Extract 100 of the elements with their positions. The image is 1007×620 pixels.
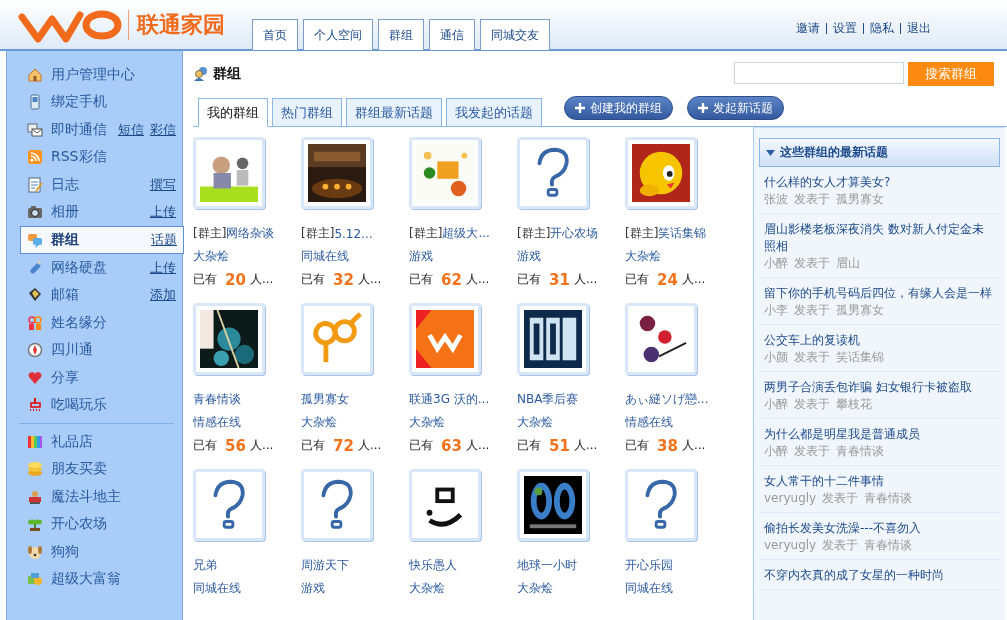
sidebar-item[interactable]: 朋友买卖 [51,460,107,479]
header-link[interactable]: 退出 [907,20,931,37]
sidebar-item[interactable]: 相册 [51,203,79,222]
thumbnail-frame[interactable] [193,469,265,541]
header-link[interactable]: 邀请 [796,20,820,37]
topic-link[interactable]: 两男子合演丢包诈骗 妇女银行卡被盗取 [764,379,995,396]
sidebar-item[interactable]: 邮箱 [51,286,79,305]
sidebar-link[interactable]: 添加 [150,286,176,305]
topic-link[interactable]: 女人常干的十二件事情 [764,473,995,490]
category-link[interactable]: 大杂烩 [193,248,229,265]
group-name-link[interactable]: 兄弟 [193,557,217,574]
thumbnail-frame[interactable] [517,469,589,541]
sidebar-item[interactable]: RSS彩信 [51,148,107,167]
thumbnail-frame[interactable] [301,469,373,541]
sidebar-item[interactable]: 用户管理中心 [51,65,135,84]
thumbnail-frame[interactable] [193,303,265,375]
group-name-link[interactable]: 5.12... [334,226,373,241]
category-link[interactable]: 游戏 [409,248,433,265]
group-name-link[interactable]: 联通3G 沃的... [409,391,490,408]
group-name-link[interactable]: 开心乐园 [625,557,673,574]
group-name-link[interactable]: 超级大... [442,225,490,242]
panel-header[interactable]: 这些群组的最新话题 [759,138,1000,167]
thumbnail-frame[interactable] [517,303,589,375]
group-name-link[interactable]: 地球一小时 [517,557,577,574]
category-link[interactable]: 大杂烩 [409,414,445,431]
category-link[interactable]: 大杂烩 [301,414,337,431]
header-link[interactable]: 隐私 [870,20,894,37]
sidebar-item[interactable]: 礼品店 [51,432,93,451]
nav-tab[interactable]: 群组 [378,19,424,50]
sidebar-link[interactable]: 上传 [150,203,176,222]
topic-link[interactable]: 为什么都是明星我是普通成员 [764,426,995,443]
nav-tab[interactable]: 同城交友 [480,19,550,50]
action-button[interactable]: 发起新话题 [687,96,784,120]
sidebar-item[interactable]: 绑定手机 [51,93,107,112]
category-link[interactable]: 大杂烩 [409,580,445,597]
category-link[interactable]: 同城在线 [625,580,673,597]
thumbnail-frame[interactable] [301,303,373,375]
sidebar-link[interactable]: 话题 [151,231,177,249]
sidebar-link[interactable]: 撰写 [150,175,176,194]
posted-in-label: 发表于 [794,302,830,319]
nav-tab[interactable]: 个人空间 [303,19,373,50]
action-button[interactable]: 创建我的群组 [564,96,673,120]
tab[interactable]: 我的群组 [198,98,268,127]
category-link[interactable]: 游戏 [301,580,325,597]
group-name-link[interactable]: 快乐愚人 [409,557,457,574]
thumbnail-frame[interactable] [625,303,697,375]
sidebar-item[interactable]: 魔法斗地主 [51,487,121,506]
group-name-link[interactable]: あぃ縌ソげ戀... [625,391,709,408]
tab[interactable]: 群组最新话题 [346,98,442,127]
sidebar-item[interactable]: 姓名缘分 [51,313,107,332]
sidebar-link[interactable]: 上传 [150,258,176,277]
category-link[interactable]: 同城在线 [301,248,349,265]
nav-tab[interactable]: 通信 [429,19,475,50]
group-name-link[interactable]: 开心农场 [550,225,599,242]
thumbnail-frame[interactable] [625,137,697,209]
topic-link[interactable]: 什么样的女人才算美女? [764,174,995,191]
sidebar-item[interactable]: 群组 [51,231,79,249]
tab[interactable]: 我发起的话题 [446,98,542,127]
sidebar-link[interactable]: 短信 [118,120,144,139]
thumbnail-frame[interactable] [193,137,265,209]
nav-tab[interactable]: 首页 [252,19,298,50]
thumbnail-frame[interactable] [409,469,481,541]
group-name-link[interactable]: NBA季后赛 [517,391,579,408]
thumbnail-frame[interactable] [409,303,481,375]
header-link[interactable]: 设置 [833,20,857,37]
group-name-link[interactable]: 网络杂谈 [226,225,275,242]
category-link[interactable]: 情感在线 [193,414,241,431]
sidebar-item[interactable]: 四川通 [51,341,93,360]
group-name-link[interactable]: 笑话集锦 [658,225,707,242]
topic-link[interactable]: 留下你的手机号码后四位，有缘人会是一样 [764,285,995,302]
thumbnail-frame[interactable] [301,137,373,209]
tab[interactable]: 热门群组 [272,98,342,127]
category-link[interactable]: 大杂烩 [517,580,553,597]
search-field[interactable] [734,62,904,84]
category-link[interactable]: 情感在线 [625,414,673,431]
sidebar-item[interactable]: 超级大富翁 [51,570,121,589]
category-link[interactable]: 同城在线 [193,580,241,597]
sidebar-item-highlight[interactable]: 群组 话题 [20,226,184,254]
topic-link[interactable]: 公交车上的复读机 [764,332,995,349]
sidebar-item[interactable]: 开心农场 [51,515,107,534]
sidebar-link[interactable]: 彩信 [150,120,176,139]
group-name-link[interactable]: 青春情谈 [193,391,241,408]
group-name-link[interactable]: 周游天下 [301,557,349,574]
group-name-link[interactable]: 孤男寡女 [301,391,349,408]
topic-link[interactable]: 不穿内衣真的成了女星的一种时尚 [764,567,995,584]
thumbnail-frame[interactable] [517,137,589,209]
thumbnail-frame[interactable] [409,137,481,209]
sidebar-item[interactable]: 日志 [51,175,79,194]
sidebar-item[interactable]: 狗狗 [51,542,79,561]
sidebar-item[interactable]: 即时通信 [51,120,107,139]
category-link[interactable]: 大杂烩 [517,414,553,431]
topic-link[interactable]: 偷拍长发美女洗澡---不喜勿入 [764,520,995,537]
posted-in-label: 发表于 [822,490,859,507]
category-link[interactable]: 游戏 [517,248,541,265]
thumbnail-frame[interactable] [625,469,697,541]
sidebar-item[interactable]: 网络硬盘 [51,258,107,277]
topic-link[interactable]: 眉山影楼老板深夜消失 数对新人付定金未照相 [764,221,995,255]
sidebar-item[interactable]: 分享 [51,368,79,387]
category-link[interactable]: 大杂烩 [625,248,661,265]
sidebar-item[interactable]: 吃喝玩乐 [51,396,107,415]
